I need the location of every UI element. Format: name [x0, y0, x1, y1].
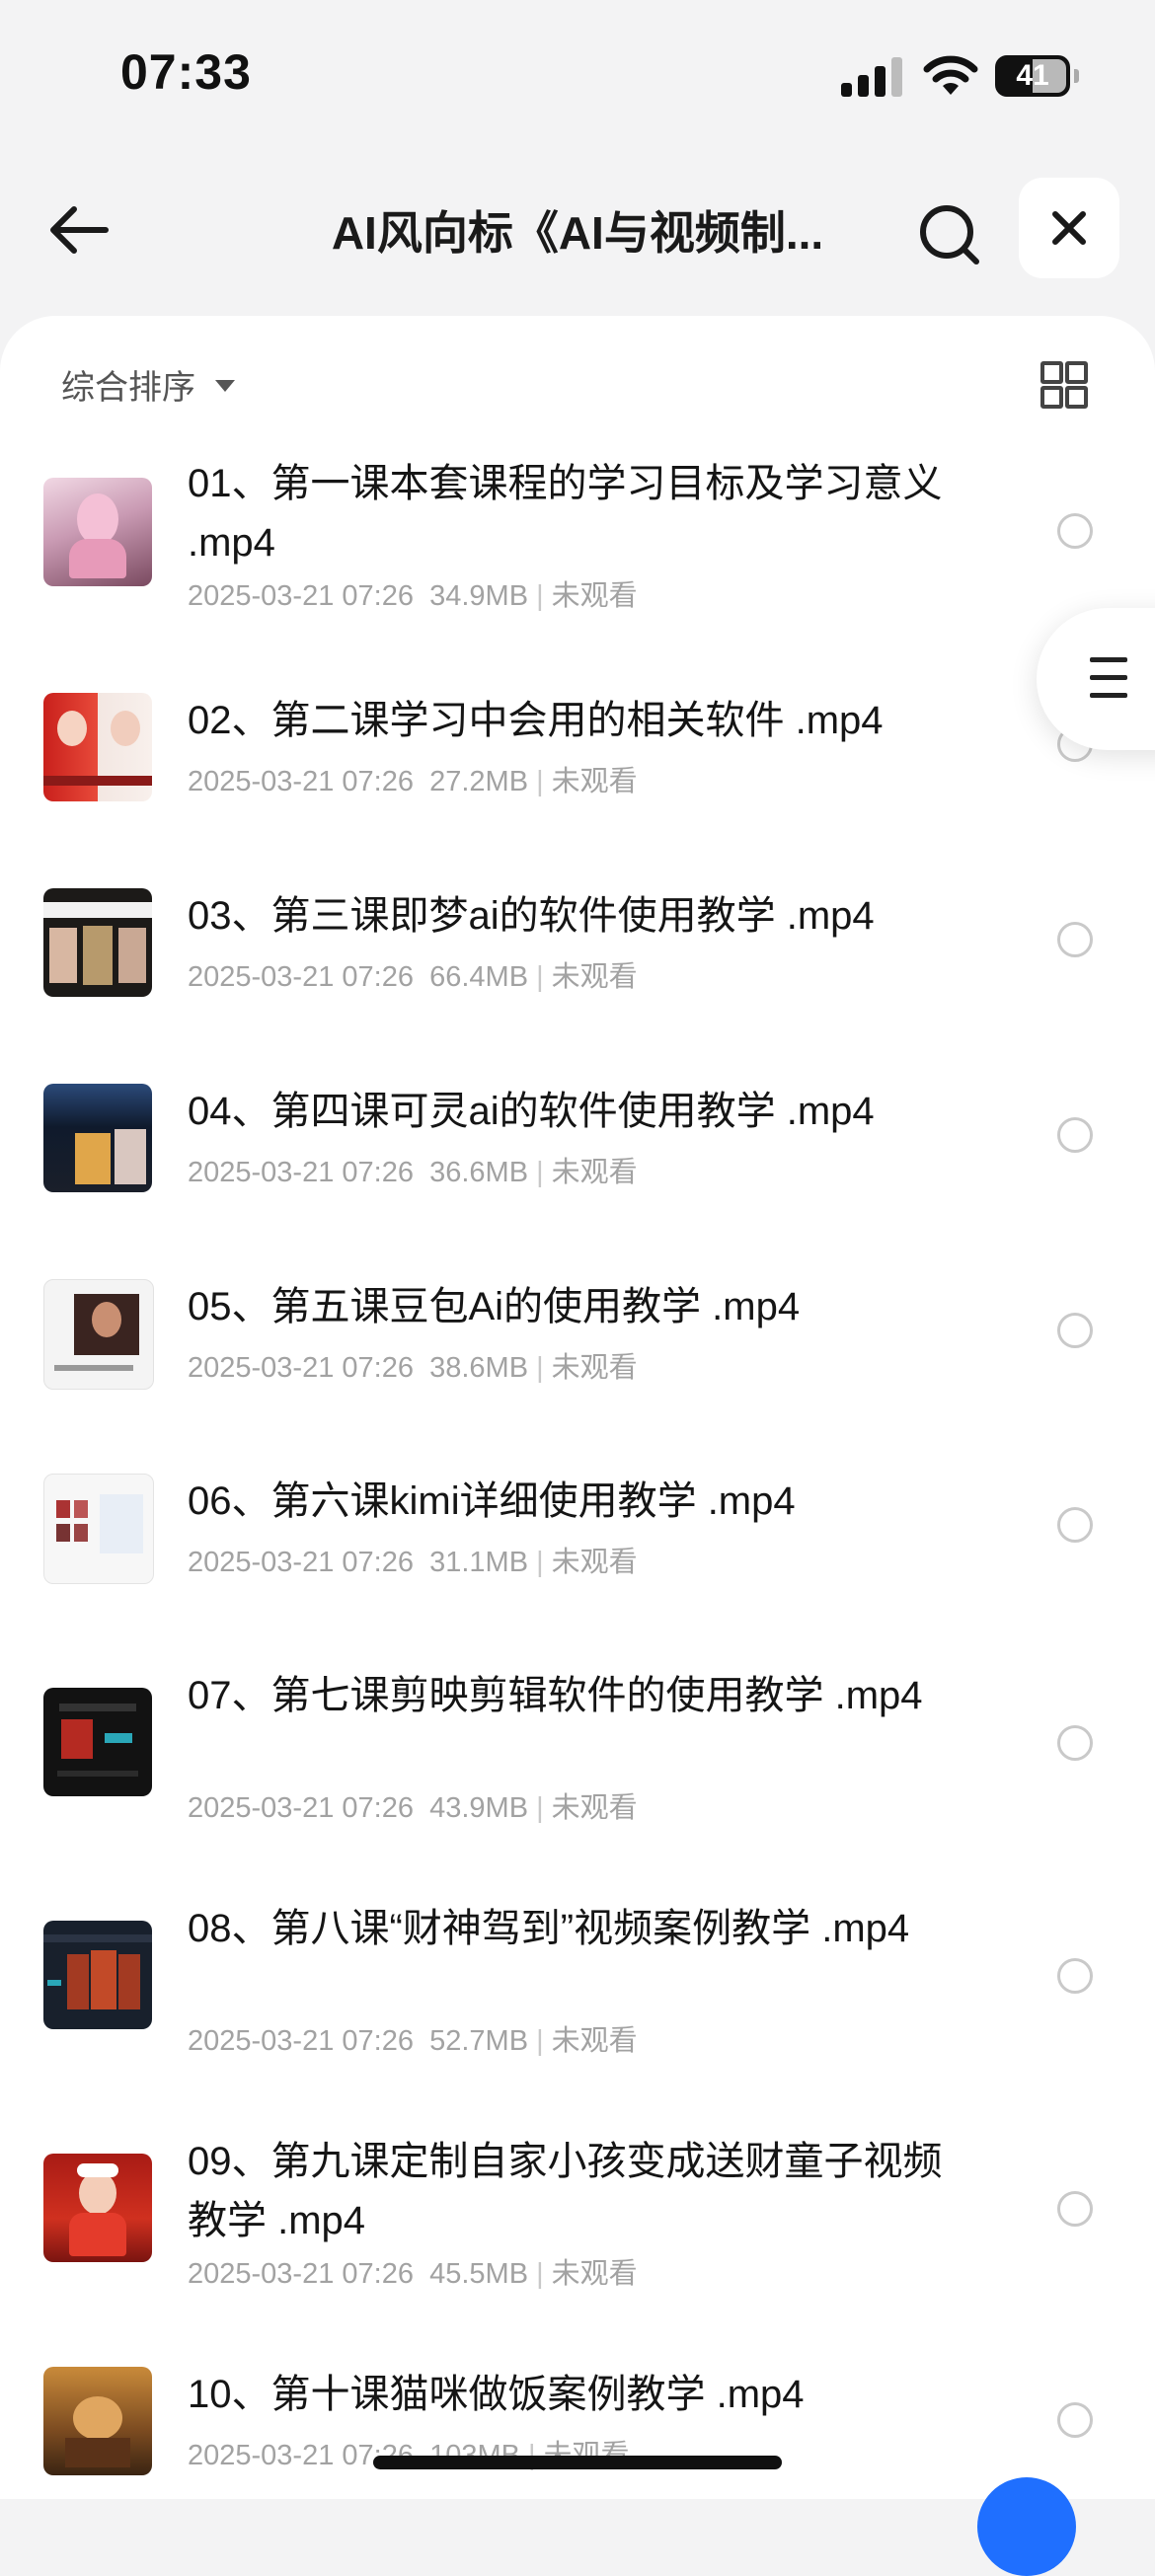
list-item[interactable]: 06、第六课kimi详细使用教学 .mp4 2025-03-21 07:26 3…: [0, 1472, 1155, 1590]
select-radio[interactable]: [1057, 1958, 1093, 1994]
video-thumbnail: [43, 2367, 152, 2475]
file-size: 52.7MB: [429, 2025, 529, 2057]
select-radio[interactable]: [1057, 2402, 1093, 2438]
file-meta: 2025-03-21 07:26 36.6MB | 未观看: [188, 1157, 638, 1188]
video-thumbnail: [43, 1688, 152, 1796]
grid-view-icon[interactable]: [1040, 361, 1088, 409]
page-title: AI风向标《AI与视频制...: [331, 207, 824, 259]
video-thumbnail: [43, 693, 152, 801]
caret-down-icon: [215, 380, 235, 392]
file-meta: 2025-03-21 07:26 34.9MB | 未观看: [188, 580, 638, 612]
list-item[interactable]: 10、第十课猫咪做饭案例教学 .mp4 2025-03-21 07:26 103…: [0, 2365, 1155, 2493]
list-item[interactable]: 02、第二课学习中会用的相关软件 .mp4 2025-03-21 07:26 2…: [0, 691, 1155, 809]
file-size: 36.6MB: [429, 1157, 529, 1188]
file-meta: 2025-03-21 07:26 38.6MB | 未观看: [188, 1352, 638, 1384]
file-name: 09、第九课定制自家小孩变成送财童子视频教学 .mp4: [188, 2140, 943, 2242]
select-radio[interactable]: [1057, 1507, 1093, 1543]
select-radio[interactable]: [1057, 1117, 1093, 1153]
watch-status: 未观看: [551, 2025, 638, 2057]
search-icon: [920, 205, 979, 265]
watch-status: 未观看: [551, 1352, 638, 1384]
file-size: 27.2MB: [429, 766, 529, 797]
video-thumbnail: [43, 1279, 154, 1390]
video-thumbnail: [43, 1474, 154, 1584]
select-radio[interactable]: [1057, 922, 1093, 957]
file-name: 06、第六课kimi详细使用教学 .mp4: [188, 1479, 796, 1523]
file-size: 31.1MB: [429, 1547, 529, 1578]
file-name: 02、第二课学习中会用的相关软件 .mp4: [188, 699, 884, 742]
file-meta: 2025-03-21 07:26 27.2MB | 未观看: [188, 766, 638, 797]
video-thumbnail: [43, 888, 152, 997]
file-size: 45.5MB: [429, 2258, 529, 2290]
file-meta: 2025-03-21 07:26 66.4MB | 未观看: [188, 961, 638, 993]
watch-status: 未观看: [551, 1157, 638, 1188]
video-thumbnail: [43, 1084, 152, 1192]
video-thumbnail: [43, 478, 152, 586]
file-meta: 2025-03-21 07:26 45.5MB | 未观看: [188, 2258, 638, 2290]
search-button[interactable]: [910, 195, 989, 274]
watch-status: 未观看: [551, 961, 638, 993]
watch-status: 未观看: [551, 1547, 638, 1578]
list-item[interactable]: 08、第八课“财神驾到”视频案例教学 .mp4 2025-03-21 07:26…: [0, 1899, 1155, 2077]
floating-action-button[interactable]: [977, 2477, 1076, 2576]
file-date: 2025-03-21 07:26: [188, 961, 414, 993]
file-date: 2025-03-21 07:26: [188, 1352, 414, 1384]
home-indicator: [373, 2456, 782, 2469]
select-radio[interactable]: [1057, 1725, 1093, 1761]
list-item[interactable]: 07、第七课剪映剪辑软件的使用教学 .mp4 2025-03-21 07:26 …: [0, 1666, 1155, 1844]
file-meta: 2025-03-21 07:26 31.1MB | 未观看: [188, 1547, 638, 1578]
select-radio[interactable]: [1057, 1313, 1093, 1348]
file-name: 08、第八课“财神驾到”视频案例教学 .mp4: [188, 1907, 910, 1950]
file-name: 10、第十课猫咪做饭案例教学 .mp4: [188, 2373, 805, 2416]
close-icon: [1052, 211, 1086, 245]
close-button[interactable]: [1019, 178, 1119, 278]
wifi-icon: [923, 55, 978, 95]
file-name: 03、第三课即梦ai的软件使用教学 .mp4: [188, 894, 875, 938]
watch-status: 未观看: [551, 766, 638, 797]
file-date: 2025-03-21 07:26: [188, 2025, 414, 2057]
watch-status: 未观看: [551, 580, 638, 612]
file-size: 38.6MB: [429, 1352, 529, 1384]
sort-label: 综合排序: [61, 368, 195, 407]
list-item[interactable]: 01、第一课本套课程的学习目标及学习意义 .mp4 2025-03-21 07:…: [0, 454, 1155, 632]
status-time: 07:33: [120, 44, 252, 100]
nav-bar: AI风向标《AI与视频制...: [0, 168, 1155, 292]
select-radio[interactable]: [1057, 513, 1093, 549]
list-item[interactable]: 04、第四课可灵ai的软件使用教学 .mp4 2025-03-21 07:26 …: [0, 1082, 1155, 1200]
battery-icon: 41: [995, 55, 1079, 97]
list-item[interactable]: 09、第九课定制自家小孩变成送财童子视频教学 .mp4 2025-03-21 0…: [0, 2132, 1155, 2310]
sort-dropdown[interactable]: 综合排序: [61, 359, 235, 409]
select-radio[interactable]: [1057, 2191, 1093, 2227]
status-bar: 07:33 41: [0, 0, 1155, 148]
file-date: 2025-03-21 07:26: [188, 1547, 414, 1578]
back-button[interactable]: [39, 195, 118, 265]
file-name: 07、第七课剪映剪辑软件的使用教学 .mp4: [188, 1674, 923, 1717]
watch-status: 未观看: [551, 2258, 638, 2290]
file-meta: 2025-03-21 07:26 52.7MB | 未观看: [188, 2025, 638, 2057]
file-size: 66.4MB: [429, 961, 529, 993]
video-thumbnail: [43, 1921, 152, 2029]
list-item[interactable]: 05、第五课豆包Ai的使用教学 .mp4 2025-03-21 07:26 38…: [0, 1277, 1155, 1396]
video-thumbnail: [43, 2154, 152, 2262]
list-item[interactable]: 03、第三课即梦ai的软件使用教学 .mp4 2025-03-21 07:26 …: [0, 886, 1155, 1005]
file-name: 04、第四课可灵ai的软件使用教学 .mp4: [188, 1090, 875, 1133]
file-name: 05、第五课豆包Ai的使用教学 .mp4: [188, 1285, 801, 1328]
file-date: 2025-03-21 07:26: [188, 766, 414, 797]
file-date: 2025-03-21 07:26: [188, 1157, 414, 1188]
file-name: 01、第一课本套课程的学习目标及学习意义 .mp4: [188, 462, 943, 565]
file-size: 43.9MB: [429, 1792, 529, 1824]
file-date: 2025-03-21 07:26: [188, 1792, 414, 1824]
battery-level: 41: [1016, 59, 1049, 92]
file-date: 2025-03-21 07:26: [188, 2258, 414, 2290]
arrow-left-icon: [50, 206, 109, 254]
cellular-signal-icon: [841, 57, 904, 97]
file-meta: 2025-03-21 07:26 43.9MB | 未观看: [188, 1792, 638, 1824]
file-size: 34.9MB: [429, 580, 529, 612]
file-date: 2025-03-21 07:26: [188, 580, 414, 612]
watch-status: 未观看: [551, 1792, 638, 1824]
